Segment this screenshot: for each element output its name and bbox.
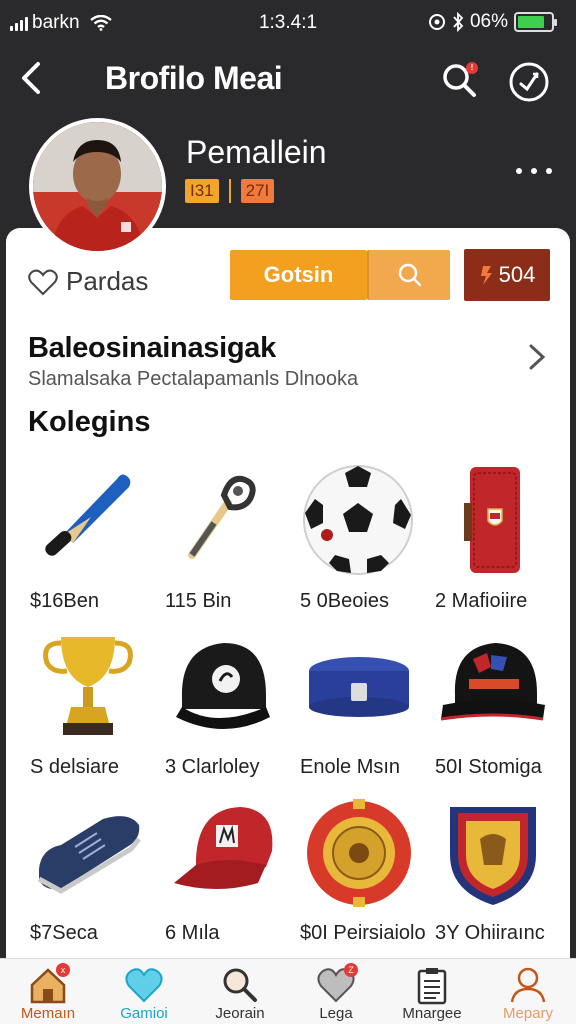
favorite-button[interactable]: Pardas <box>28 266 148 297</box>
count-value: 504 <box>498 262 536 287</box>
primary-action-label: Gotsin <box>263 262 334 287</box>
trophy-icon <box>43 636 133 735</box>
badge-divider <box>228 179 231 203</box>
item-label: 5 0Beoies <box>300 590 389 612</box>
avatar[interactable] <box>29 118 166 255</box>
team-cap-icon <box>440 642 545 720</box>
nav-item-profile[interactable]: Mepary <box>480 959 576 1024</box>
level-badge: I31 <box>185 179 219 203</box>
grid-item[interactable]: 3 Clarloley <box>155 626 290 792</box>
nav-item-favorites[interactable]: Gamioi <box>96 959 192 1024</box>
nav-label: Lega <box>319 1005 353 1022</box>
search-icon <box>223 968 257 1002</box>
category-title: Kolegins <box>28 406 151 438</box>
compass-icon <box>509 62 549 102</box>
heart-icon <box>125 968 163 1003</box>
person-icon <box>510 967 546 1003</box>
nav-badge: x <box>56 963 70 977</box>
soccer-ball-icon <box>302 464 413 575</box>
nav-label: Mnargee <box>402 1005 462 1022</box>
section-title[interactable]: Baleosinainasigak <box>28 332 276 365</box>
puck-icon <box>308 656 409 717</box>
bluetooth-icon <box>453 12 464 32</box>
nav-label: Gamioi <box>120 1005 168 1022</box>
nav-item-home[interactable]: x Memaın <box>0 959 96 1024</box>
dot-icon <box>546 168 552 174</box>
item-label: 6 Mıla <box>165 922 220 944</box>
profile-badges: I31 27I <box>185 179 275 203</box>
grid-item[interactable]: $16Ben <box>20 460 155 626</box>
black-cap-icon <box>175 642 270 729</box>
compass-button[interactable] <box>507 60 551 104</box>
count-button[interactable]: 504 <box>464 249 550 301</box>
grid-item[interactable]: S delsiare <box>20 626 155 792</box>
nav-label: Mepary <box>502 1005 554 1022</box>
baseball-bat-icon <box>45 474 131 556</box>
action-search-button[interactable] <box>367 250 450 300</box>
dot-icon <box>516 168 522 174</box>
favorite-label: Pardas <box>66 266 149 296</box>
item-label: 3Y Ohiiraınc <box>435 922 545 944</box>
heart-outline-icon <box>28 269 58 295</box>
item-label: 50I Stomiga <box>435 756 542 778</box>
crest-icon <box>449 806 536 905</box>
more-options-button[interactable] <box>516 164 552 178</box>
header-search-button[interactable]: ! <box>440 60 480 100</box>
alarm-icon <box>428 14 445 30</box>
player-portrait-icon <box>33 122 162 251</box>
wallet-icon <box>464 466 520 573</box>
item-label: $16Ben <box>30 590 99 612</box>
bolt-icon <box>480 266 492 285</box>
battery-percent: 06% <box>469 11 508 32</box>
item-label: S delsiare <box>30 756 119 778</box>
nav-badge: Z <box>344 963 358 977</box>
grid-item[interactable]: 5 0Beoies <box>290 460 425 626</box>
item-label: 3 Clarloley <box>165 756 260 778</box>
nav-item-search[interactable]: Jeorain <box>192 959 288 1024</box>
primary-action-button[interactable]: Gotsin <box>230 250 367 300</box>
status-bar: barkn 1:3.4:1 06% <box>0 0 576 46</box>
item-label: Enole Msın <box>300 756 401 778</box>
chevron-right-icon[interactable] <box>525 342 549 372</box>
medal-icon <box>306 798 411 907</box>
nav-label: Memaın <box>20 1005 76 1022</box>
profile-name: Pemallein <box>186 134 327 170</box>
clipboard-icon <box>417 968 447 1005</box>
grid-item[interactable]: 115 Bin <box>155 460 290 626</box>
page-title: Brofilo Meai <box>105 60 283 96</box>
search-icon <box>398 263 421 287</box>
grid-item[interactable]: $0I Peirsiaiolo <box>290 792 426 958</box>
profile-card: Pardas Gotsin 504 Baleosinainasigak Slam… <box>6 228 570 958</box>
red-cap-icon <box>173 806 272 889</box>
item-grid: $16Ben 115 Bin 5 0Beoies 2 Mafioiire S d… <box>20 460 560 958</box>
grid-item[interactable]: 2 Mafioiire <box>425 460 560 626</box>
rank-badge: 27I <box>240 179 275 203</box>
back-button[interactable] <box>16 58 52 98</box>
section-subtitle: Slamalsaka Pectalapamanls Dlnooka <box>28 368 359 390</box>
back-arrow-icon <box>22 62 40 94</box>
battery-icon <box>514 12 557 32</box>
grid-item[interactable]: 3Y Ohiiraınc <box>425 792 560 958</box>
nav-label: Jeorain <box>215 1005 265 1022</box>
grid-item[interactable]: $7Seca <box>20 792 155 958</box>
grid-item[interactable]: 50I Stomiga <box>425 626 560 792</box>
dot-icon <box>531 168 537 174</box>
sneaker-icon <box>37 815 141 894</box>
item-label: 2 Mafioiire <box>435 590 528 612</box>
grid-item[interactable]: Enole Msın <box>290 626 425 792</box>
status-right: 06% <box>428 11 557 33</box>
item-label: 115 Bin <box>165 590 232 612</box>
battery-fill <box>518 16 544 28</box>
notification-dot: ! <box>466 62 478 74</box>
nav-item-manager[interactable]: Mnargee <box>384 959 480 1024</box>
profile-header: Brofilo Meai ! Pemallein I31 27I <box>0 46 576 255</box>
racket-icon <box>188 475 256 559</box>
bottom-nav: x Memaın Gamioi Jeorain Z Lega Mnargee M… <box>0 958 576 1024</box>
item-label: $0I Peirsiaiolo <box>300 922 426 944</box>
nav-item-league[interactable]: Z Lega <box>288 959 384 1024</box>
item-label: $7Seca <box>30 922 98 944</box>
grid-item[interactable]: 6 Mıla <box>155 792 290 958</box>
